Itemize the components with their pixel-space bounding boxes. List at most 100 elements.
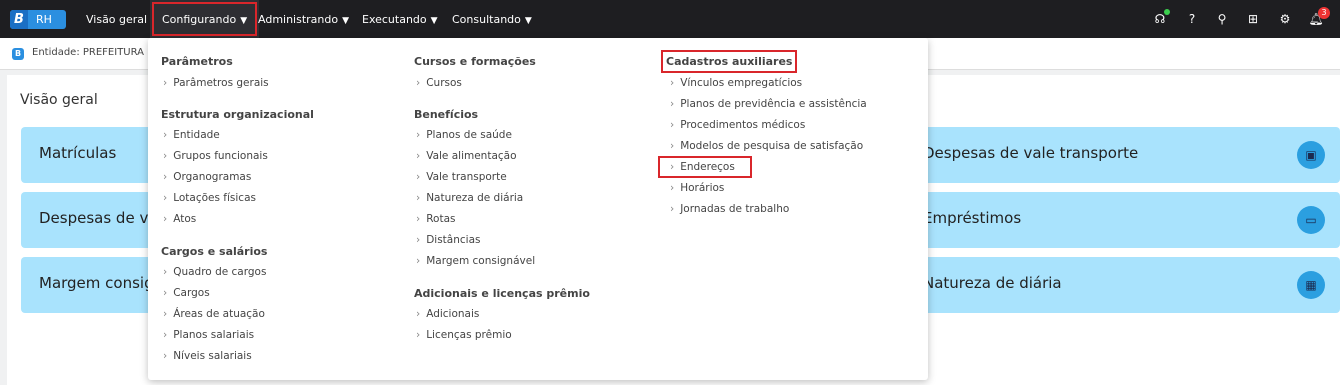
nav-consultando[interactable]: Consultando ▼: [452, 0, 532, 38]
menu-item-modelos-de-pesquisa[interactable]: › Modelos de pesquisa de satisfação: [670, 140, 863, 152]
menu-item-organogramas[interactable]: › Organogramas: [163, 171, 251, 183]
menu-item-label: Atos: [173, 213, 197, 225]
menu-item-label: Planos de saúde: [426, 129, 512, 141]
menu-item-label: Natureza de diária: [426, 192, 524, 204]
menu-item-planos-de-saude[interactable]: › Planos de saúde: [416, 129, 512, 141]
menu-item-label: Lotações físicas: [173, 192, 256, 204]
menu-item-horarios[interactable]: › Horários: [670, 182, 724, 194]
cash-icon: ▭: [1297, 206, 1325, 234]
menu-item-vale-alimentacao[interactable]: › Vale alimentação: [416, 150, 517, 162]
card-label: Despesas de vale transporte: [923, 144, 1139, 162]
menu-item-label: Organogramas: [173, 171, 252, 183]
nav-configurando[interactable]: Configurando ▼: [150, 0, 260, 38]
menu-item-label: Modelos de pesquisa de satisfação: [680, 140, 864, 152]
section-cargos-e-salarios: Cargos e salários: [161, 245, 268, 258]
card-label: Matrículas: [39, 144, 117, 162]
menu-item-enderecos[interactable]: › Endereços: [658, 156, 752, 178]
menu-item-entidade[interactable]: › Entidade: [163, 129, 220, 141]
menu-item-adicionais[interactable]: › Adicionais: [416, 308, 479, 320]
logo-letter: B: [10, 10, 28, 29]
building-icon: ▦: [1297, 271, 1325, 299]
nav-label: Visão geral: [86, 13, 148, 26]
nav-label: Administrando: [258, 13, 339, 26]
notification-badge: 3: [1318, 7, 1330, 19]
support-icon[interactable]: ☊: [1152, 9, 1170, 27]
chevron-down-icon: ▼: [430, 16, 438, 26]
nav-administrando[interactable]: Administrando ▼: [258, 0, 349, 38]
menu-item-atos[interactable]: › Atos: [163, 213, 196, 225]
menu-item-natureza-de-diaria[interactable]: › Natureza de diária: [416, 192, 523, 204]
bell-icon[interactable]: 🔔︎ 3: [1308, 7, 1330, 27]
card-label: Natureza de diária: [923, 274, 1062, 292]
top-nav-bar: B RH Visão geral Configurando ▼ Administr…: [0, 0, 1340, 38]
menu-item-label: Grupos funcionais: [173, 150, 268, 162]
card-label: Margem consign: [39, 274, 164, 292]
menu-item-cargos[interactable]: › Cargos: [163, 287, 210, 299]
entity-label[interactable]: Entidade: PREFEITURA D: [32, 47, 155, 58]
section-parametros: Parâmetros: [161, 55, 233, 68]
menu-item-label: Entidade: [173, 129, 220, 141]
menu-item-procedimentos-medicos[interactable]: › Procedimentos médicos: [670, 119, 805, 131]
menu-item-label: Rotas: [426, 213, 456, 225]
section-adicionais-e-licencas: Adicionais e licenças prêmio: [414, 287, 590, 300]
card-emprestimos[interactable]: Empréstimos ▭: [887, 192, 1340, 248]
section-cadastros-auxiliares: Cadastros auxiliares: [660, 50, 798, 73]
section-estrutura-organizacional: Estrutura organizacional: [161, 108, 314, 121]
menu-item-licencas-premio[interactable]: › Licenças prêmio: [416, 329, 512, 341]
card-label: Empréstimos: [923, 209, 1022, 227]
menu-item-lotacoes-fisicas[interactable]: › Lotações físicas: [163, 192, 256, 204]
nav-label: Configurando: [162, 13, 237, 26]
menu-item-label: Cursos: [426, 77, 462, 89]
menu-item-label: Margem consignável: [426, 255, 536, 267]
menu-item-label: Vale transporte: [426, 171, 507, 183]
configurando-dropdown-menu: Parâmetros › Parâmetros gerais Estrutura …: [148, 38, 928, 380]
menu-item-label: Cargos: [173, 287, 210, 299]
nav-executando[interactable]: Executando ▼: [362, 0, 438, 38]
card-despesas-vale-transporte[interactable]: Despesas de vale transporte ▣: [887, 127, 1340, 183]
menu-item-label: Distâncias: [426, 234, 481, 246]
apps-grid-icon[interactable]: ⊞: [1245, 11, 1261, 27]
menu-item-cursos[interactable]: › Cursos: [416, 77, 462, 89]
online-dot: [1164, 9, 1170, 15]
entity-logo-icon: B: [12, 48, 24, 60]
menu-item-label: Endereços: [680, 161, 735, 173]
menu-item-areas-de-atuacao[interactable]: › Áreas de atuação: [163, 308, 265, 320]
menu-item-label: Planos de previdência e assistência: [680, 98, 867, 110]
menu-item-parametros-gerais[interactable]: › Parâmetros gerais: [163, 77, 269, 89]
menu-item-label: Horários: [680, 182, 725, 194]
section-cursos-e-formacoes: Cursos e formações: [414, 55, 536, 68]
menu-item-planos-salariais[interactable]: › Planos salariais: [163, 329, 254, 341]
page-title: Visão geral: [20, 92, 98, 108]
menu-item-label: Níveis salariais: [173, 350, 252, 362]
menu-item-planos-de-previdencia[interactable]: › Planos de previdência e assistência: [670, 98, 867, 110]
help-icon[interactable]: ?: [1184, 11, 1200, 27]
chevron-down-icon: ▼: [342, 16, 350, 26]
app-logo[interactable]: B RH: [10, 10, 66, 29]
logo-text: RH: [36, 13, 52, 26]
section-beneficios: Benefícios: [414, 108, 479, 121]
menu-item-quadro-de-cargos[interactable]: › Quadro de cargos: [163, 266, 266, 278]
menu-item-label: Planos salariais: [173, 329, 255, 341]
menu-item-vinculos-empregaticios[interactable]: › Vínculos empregatícios: [670, 77, 802, 89]
nav-label: Consultando: [452, 13, 521, 26]
menu-item-label: Adicionais: [426, 308, 480, 320]
card-natureza-diaria[interactable]: Natureza de diária ▦: [887, 257, 1340, 313]
menu-item-rotas[interactable]: › Rotas: [416, 213, 455, 225]
settings-icon[interactable]: ⚙: [1277, 11, 1293, 27]
menu-item-margem-consignavel[interactable]: › Margem consignável: [416, 255, 535, 267]
search-icon[interactable]: ⚲: [1214, 11, 1230, 27]
bus-icon: ▣: [1297, 141, 1325, 169]
menu-item-grupos-funcionais[interactable]: › Grupos funcionais: [163, 150, 268, 162]
nav-visao-geral[interactable]: Visão geral: [86, 0, 147, 38]
menu-item-vale-transporte[interactable]: › Vale transporte: [416, 171, 507, 183]
chevron-down-icon: ▼: [524, 16, 532, 26]
menu-item-niveis-salariais[interactable]: › Níveis salariais: [163, 350, 252, 362]
chevron-down-icon: ▼: [240, 16, 248, 26]
menu-item-label: Jornadas de trabalho: [680, 203, 790, 215]
menu-item-label: Licenças prêmio: [426, 329, 512, 341]
menu-item-distancias[interactable]: › Distâncias: [416, 234, 480, 246]
menu-item-label: Áreas de atuação: [173, 308, 265, 320]
menu-item-label: Quadro de cargos: [173, 266, 267, 278]
nav-label: Executando: [362, 13, 427, 26]
menu-item-jornadas-de-trabalho[interactable]: › Jornadas de trabalho: [670, 203, 789, 215]
